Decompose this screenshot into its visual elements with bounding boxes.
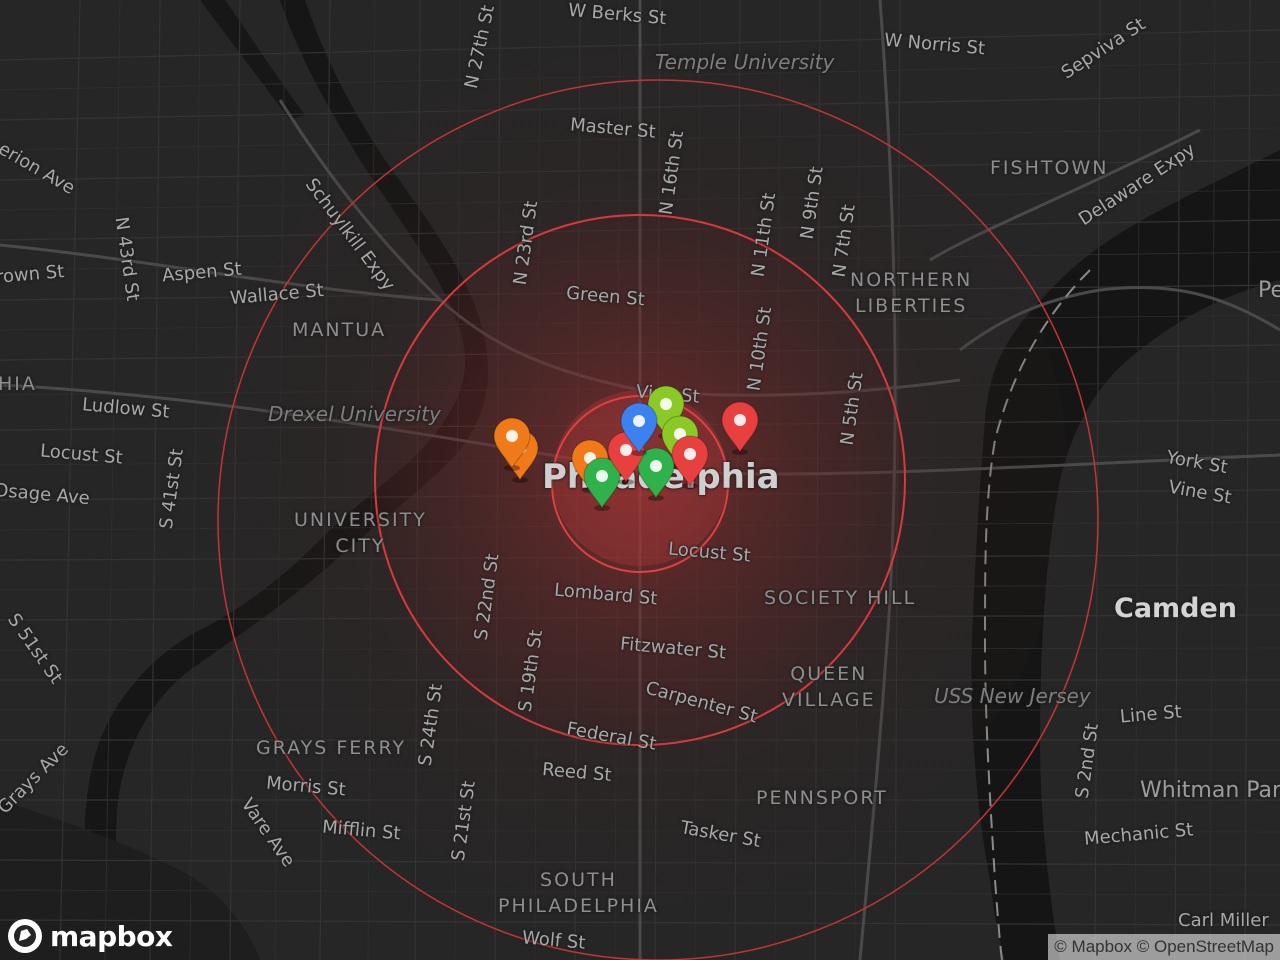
marker-blue-1[interactable] (617, 401, 661, 457)
label-society-hill: SOCIETY HILL (764, 587, 917, 609)
label-northern-liberties: NORTHERN LIBERTIES (850, 269, 973, 317)
label-pe: Pe (1258, 278, 1280, 303)
marker-red-1[interactable] (718, 400, 762, 456)
label-drexel-university: Drexel University (268, 402, 441, 426)
label-university-city: UNIVERSITY CITY (294, 509, 427, 557)
label-carl-miller: Carl Miller (1178, 910, 1269, 931)
label-camden: Camden (1114, 593, 1238, 624)
marker-orange-2[interactable] (490, 416, 534, 472)
mapbox-logo-text: mapbox (50, 919, 173, 953)
label-temple-university: Temple University (655, 50, 835, 74)
label-uss-new-jersey: USS New Jersey (934, 684, 1091, 708)
mapbox-logo-icon (8, 919, 42, 953)
label-mantua: MANTUA (292, 319, 387, 341)
label-grays-ferry: GRAYS FERRY (256, 737, 407, 759)
label-hia: HIA (0, 373, 37, 395)
label-fishtown: FISHTOWN (990, 157, 1109, 179)
label-pennsport: PENNSPORT (756, 787, 888, 809)
mapbox-logo[interactable]: mapbox (6, 916, 173, 956)
label-south-philadelphia: SOUTH PHILADELPHIA (498, 869, 659, 917)
map-attribution[interactable]: © Mapbox © OpenStreetMap (1048, 934, 1280, 960)
label-queen-village: QUEEN VILLAGE (782, 663, 876, 711)
marker-red-3[interactable] (668, 434, 712, 490)
map-canvas[interactable]: W Berks St N 27th St W Norris St Sepviva… (0, 0, 1280, 960)
label-whitman-park: Whitman Par (1140, 778, 1280, 803)
